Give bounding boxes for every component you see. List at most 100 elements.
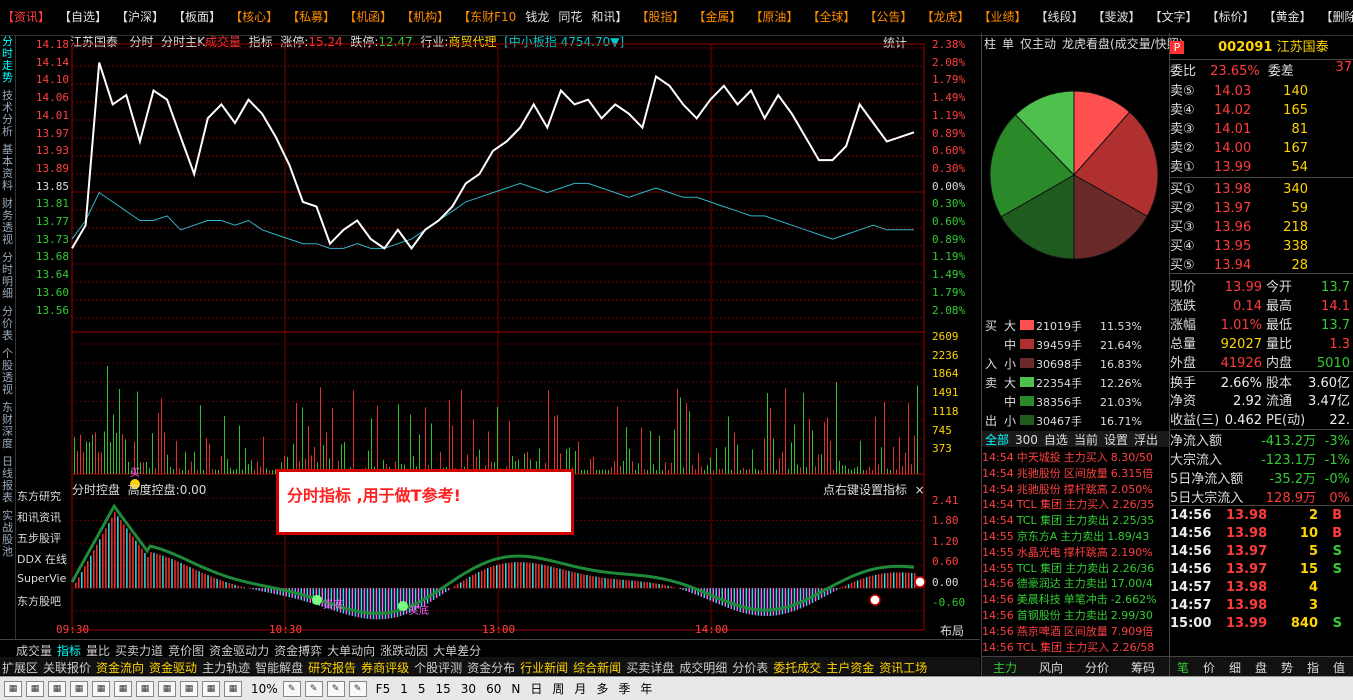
toolbar-icon[interactable]: ✎ — [304, 680, 323, 697]
trade-alert-row[interactable]: 14:54 TCL 集团 主力买入 2.26/35 — [982, 496, 1170, 511]
flow-bottom-tab[interactable]: 主力 — [982, 657, 1028, 676]
flow-bottom-tab[interactable]: 筹码 — [1120, 657, 1166, 676]
top-menu-item[interactable]: 【删除】 — [1321, 8, 1353, 25]
toolbar-icon[interactable]: ✎ — [348, 680, 367, 697]
toolbar-icon[interactable]: ▦ — [26, 680, 44, 697]
extension-tab[interactable]: 资金流向 — [96, 661, 144, 675]
trade-filter-tab[interactable]: 全部 — [985, 433, 1009, 447]
chart-bottom-tab[interactable]: 资金搏弈 — [274, 644, 322, 658]
chart-bottom-tab[interactable]: 竞价图 — [168, 644, 204, 658]
top-menu-item[interactable]: 【全球】 — [807, 8, 855, 25]
period-button[interactable]: 15 — [436, 682, 451, 696]
top-menu-item[interactable]: 【机函】 — [344, 8, 392, 25]
period-button[interactable]: 60 — [486, 682, 501, 696]
top-menu-item[interactable]: 同花 — [558, 8, 582, 25]
trade-alert-row[interactable]: 14:55 京东方A 主力卖出 1.89/43 — [982, 528, 1170, 543]
quote-bottom-tab[interactable]: 指 — [1300, 657, 1326, 676]
toolbar-icon[interactable]: ▦ — [48, 680, 66, 697]
trade-alert-row[interactable]: 14:55 水晶光电 撑杆跳高 2.190% — [982, 544, 1170, 559]
period-button[interactable]: 多 — [596, 680, 608, 697]
period-button[interactable]: 5 — [418, 682, 426, 696]
indicator-link[interactable]: 东方研究 — [17, 488, 73, 509]
period-button[interactable]: N — [511, 682, 520, 696]
chart-bottom-tab[interactable]: 资金驱动力 — [209, 644, 269, 658]
toolbar-icon[interactable]: ▦ — [202, 680, 220, 697]
top-menu-item[interactable]: 钱龙 — [525, 8, 549, 25]
toolbar-icon[interactable]: ▦ — [224, 680, 242, 697]
toolbar-icon[interactable]: ▦ — [136, 680, 154, 697]
left-tab[interactable]: 技术分析 — [0, 90, 15, 138]
top-menu-item[interactable]: 【原油】 — [750, 8, 798, 25]
extension-tab[interactable]: 资金驱动 — [149, 661, 197, 675]
flow-header-tab[interactable]: 仅主动 — [1020, 37, 1056, 51]
toolbar-icon[interactable]: ✎ — [326, 680, 345, 697]
trade-alert-row[interactable]: 14:56 德豪润达 主力卖出 17.00/4 — [982, 575, 1170, 590]
extension-tab[interactable]: 委托成交 — [773, 661, 821, 675]
period-button[interactable]: 季 — [618, 680, 630, 697]
top-menu-item[interactable]: 【板面】 — [173, 8, 221, 25]
left-tab[interactable]: 实战股池 — [0, 510, 15, 558]
left-tab[interactable]: 分时明细 — [0, 252, 15, 300]
left-tab[interactable]: 分时走势 — [0, 36, 15, 84]
extension-tab[interactable]: 资金分布 — [467, 661, 515, 675]
trade-alert-row[interactable]: 14:54 TCL 集团 主力卖出 2.25/35 — [982, 512, 1170, 527]
left-tab[interactable]: 个股透视 — [0, 348, 15, 396]
period-button[interactable]: 1 — [400, 682, 408, 696]
left-tab[interactable]: 基本资料 — [0, 144, 15, 192]
top-menu-item[interactable]: 【自选】 — [59, 8, 107, 25]
indicator-link[interactable]: 五步股评 — [17, 530, 73, 551]
close-icon[interactable]: × — [915, 483, 925, 497]
top-menu-item[interactable]: 【斐波】 — [1092, 8, 1140, 25]
flow-header-tab[interactable]: 龙虎看盘(成交量/快照) — [1062, 37, 1183, 51]
extension-tab[interactable]: 个股评测 — [414, 661, 462, 675]
indicator-link[interactable]: 和讯资讯 — [17, 509, 73, 530]
extension-tab[interactable]: 扩展区 — [2, 661, 38, 675]
top-menu-item[interactable]: 【黄金】 — [1264, 8, 1312, 25]
flow-header-tab[interactable]: 柱 — [984, 37, 996, 51]
chart-bottom-tab[interactable]: 涨跌动因 — [380, 644, 428, 658]
period-button[interactable]: F5 — [376, 682, 391, 696]
toolbar-icon[interactable]: ▦ — [70, 680, 88, 697]
top-menu-item[interactable]: 【公告】 — [864, 8, 912, 25]
chart-bottom-tab[interactable]: 指标 — [57, 644, 81, 658]
trade-alert-row[interactable]: 14:54 中天城投 主力买入 8.30/50 — [982, 449, 1170, 464]
extension-tab[interactable]: 研究报告 — [308, 661, 356, 675]
extension-tab[interactable]: 资讯工场 — [879, 661, 927, 675]
quote-bottom-tab[interactable]: 笔 — [1170, 657, 1196, 676]
trade-alert-row[interactable]: 14:56 燕京啤酒 区间放量 7.909倍 — [982, 623, 1170, 638]
extension-tab[interactable]: 买卖详盘 — [626, 661, 674, 675]
toolbar-icon[interactable]: ✎ — [282, 680, 301, 697]
indicator-link[interactable]: SuperVie — [17, 572, 73, 593]
top-menu-item[interactable]: 【资讯】 — [2, 8, 50, 25]
flow-header-tab[interactable]: 单 — [1002, 37, 1014, 51]
trade-alert-row[interactable]: 14:54 兆驰股份 撑杆跳高 2.050% — [982, 481, 1170, 496]
indicator-settings-hint[interactable]: 点右键设置指标 × — [823, 481, 925, 498]
quote-bottom-tab[interactable]: 盘 — [1248, 657, 1274, 676]
top-menu-item[interactable]: 【文字】 — [1150, 8, 1198, 25]
trade-alert-row[interactable]: 14:56 首钢股份 主力卖出 2.99/30 — [982, 607, 1170, 622]
extension-tab[interactable]: 关联报价 — [43, 661, 91, 675]
top-menu-item[interactable]: 【龙虎】 — [921, 8, 969, 25]
top-menu-item[interactable]: 【私募】 — [287, 8, 335, 25]
trade-alert-row[interactable]: 14:54 兆驰股份 区间放量 6.315倍 — [982, 465, 1170, 480]
quote-bottom-tab[interactable]: 价 — [1196, 657, 1222, 676]
left-tab[interactable]: 日线报表 — [0, 456, 15, 504]
intraday-chart[interactable]: 买买底 买底 — [17, 36, 980, 640]
flow-bottom-tab[interactable]: 分价 — [1074, 657, 1120, 676]
flow-bottom-tab[interactable]: 风向 — [1028, 657, 1074, 676]
extension-tab[interactable]: 综合新闻 — [573, 661, 621, 675]
quote-bottom-tab[interactable]: 势 — [1274, 657, 1300, 676]
toolbar-icon[interactable]: ▦ — [114, 680, 132, 697]
left-tab[interactable]: 分价表 — [0, 306, 15, 342]
layout-label[interactable]: 布局 — [940, 622, 964, 639]
extension-tab[interactable]: 主户资金 — [826, 661, 874, 675]
trade-alert-row[interactable]: 14:56 美晨科技 单笔冲击 -2.662% — [982, 591, 1170, 606]
trade-filter-tab[interactable]: 设置 — [1104, 433, 1128, 447]
trade-filter-tab[interactable]: 当前 — [1074, 433, 1098, 447]
extension-tab[interactable]: 智能解盘 — [255, 661, 303, 675]
chart-bottom-tab[interactable]: 成交量 — [16, 644, 52, 658]
trade-filter-tab[interactable]: 自选 — [1044, 433, 1068, 447]
quote-bottom-tab[interactable]: 值 — [1326, 657, 1352, 676]
top-menu-item[interactable]: 和讯】 — [591, 8, 627, 25]
chart-bottom-tab[interactable]: 买卖力道 — [115, 644, 163, 658]
